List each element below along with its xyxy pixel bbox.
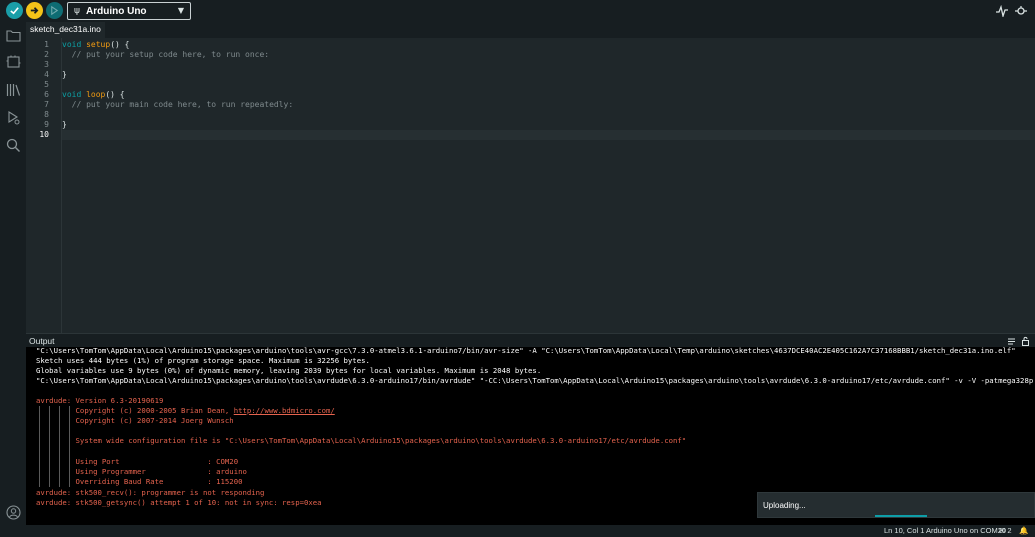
line-number: 4 (44, 70, 49, 79)
tab-bar: sketch_dec31a.ino (26, 22, 1035, 38)
board-selector[interactable]: ψ Arduino Uno ▼ (67, 2, 191, 20)
code-line: void setup() { (62, 40, 129, 50)
library-icon (6, 84, 20, 96)
code-line: // put your setup code here, to run once… (62, 50, 269, 60)
code-text: } (62, 70, 67, 79)
lock-scroll-button[interactable] (1020, 336, 1030, 346)
arrow-right-icon (30, 7, 39, 14)
code-comment: // put your setup code here, to run once… (62, 50, 270, 59)
code-text: } (62, 120, 67, 129)
code-comment: // put your main code here, to run repea… (62, 100, 294, 109)
verify-button[interactable] (6, 2, 23, 19)
sidebar (0, 22, 26, 537)
line-number: 8 (44, 110, 49, 119)
pulse-icon (996, 5, 1008, 17)
debug-icon (7, 111, 19, 125)
lock-icon (1021, 336, 1029, 346)
code-text: () { (105, 90, 125, 99)
notifications-count: 2 (1007, 526, 1012, 535)
folder-icon (5, 29, 21, 42)
line-number: 1 (44, 40, 49, 49)
bdmicro-link[interactable]: http://www.bdmicro.com/ (234, 406, 335, 415)
indent-guide (39, 406, 40, 487)
output-error-line: avrdude: stk500_getsync() attempt 1 of 1… (36, 498, 322, 507)
account-button[interactable] (5, 504, 21, 520)
search-icon (6, 138, 20, 152)
debug-icon (51, 5, 59, 16)
account-icon (5, 504, 21, 520)
board-selector-label: Arduino Uno (86, 5, 147, 17)
line-number: 9 (44, 120, 49, 129)
output-line: Sketch uses 444 bytes (1%) of program st… (36, 356, 370, 365)
clear-list-icon (1007, 338, 1015, 344)
notifications-bell-button[interactable]: 🔔 (1019, 526, 1028, 535)
output-error-line: Copyright (c) 2000-2005 Brian Dean, http… (36, 406, 335, 416)
toolbar: ψ Arduino Uno ▼ (0, 0, 1035, 22)
output-error-line: avrdude: Version 6.3-20190619 (36, 396, 164, 405)
code-line: void loop() { (62, 90, 125, 100)
search-button[interactable] (5, 137, 21, 153)
indent-guide (49, 406, 50, 487)
output-line: "C:\Users\TomTom\AppData\Local\Arduino15… (36, 347, 1016, 355)
upload-button[interactable] (26, 2, 43, 19)
caret-down-icon: ▼ (177, 6, 184, 15)
clear-output-button[interactable] (1006, 336, 1016, 346)
line-number-current: 10 (39, 130, 49, 139)
line-number: 7 (44, 100, 49, 109)
output-line: "C:\Users\TomTom\AppData\Local\Arduino15… (36, 376, 1034, 385)
line-number: 3 (44, 60, 49, 69)
check-icon (10, 7, 19, 15)
board-port-status[interactable]: Arduino Uno on COM20 (926, 526, 1006, 535)
code-line: } (62, 70, 67, 80)
output-error-text: Copyright (c) 2000-2005 Brian Dean, (36, 406, 234, 415)
output-error-line: avrdude: stk500_recv(): programmer is no… (36, 488, 265, 497)
indent-guide (69, 406, 70, 487)
output-error-line: Using Programmer : arduino (36, 467, 247, 476)
tab-label: sketch_dec31a.ino (30, 24, 101, 34)
upload-progress-bar (875, 515, 927, 517)
output-error-line: Overriding Baud Rate : 115200 (36, 477, 243, 486)
debug-button[interactable] (46, 2, 63, 19)
usb-icon: ψ (74, 6, 80, 16)
debug-view-button[interactable] (5, 110, 21, 126)
notifications-button[interactable]: ✉ 2 (999, 526, 1012, 535)
magnifier-icon (1015, 6, 1027, 15)
code-text: () { (110, 40, 130, 49)
keyword: void (62, 40, 82, 49)
serial-monitor-button[interactable] (1013, 3, 1029, 19)
sketchbook-button[interactable] (5, 27, 21, 43)
function-name: setup (86, 40, 111, 49)
code-editor[interactable]: 1 2 3 4 5 6 7 8 9 10 void setup() { // p… (26, 38, 1035, 333)
line-number: 6 (44, 90, 49, 99)
library-manager-button[interactable] (5, 82, 21, 98)
board-manager-icon (6, 55, 20, 68)
line-number: 5 (44, 80, 49, 89)
function-name: loop (86, 90, 106, 99)
output-panel-header: Output (26, 333, 1035, 348)
line-number-gutter: 1 2 3 4 5 6 7 8 9 10 (26, 38, 62, 333)
indent-guide (59, 406, 60, 487)
code-line: } (62, 120, 67, 130)
notification-message: Uploading... (763, 501, 806, 510)
cursor-position[interactable]: Ln 10, Col 1 (884, 526, 924, 535)
output-error-line: System wide configuration file is "C:\Us… (36, 436, 687, 445)
output-error-line: Copyright (c) 2007-2014 Joerg Wunsch (36, 416, 234, 425)
current-line-highlight (62, 130, 1035, 140)
notifications-icon: ✉ (999, 526, 1006, 535)
line-number: 2 (44, 50, 49, 59)
output-error-line: Using Port : COM20 (36, 457, 239, 466)
code-line: // put your main code here, to run repea… (62, 100, 294, 110)
bell-icon: 🔔 (1019, 526, 1029, 535)
keyword: void (62, 90, 82, 99)
output-line: Global variables use 9 bytes (0%) of dyn… (36, 366, 542, 375)
serial-plotter-button[interactable] (994, 3, 1010, 19)
upload-notification: Uploading... (757, 492, 1035, 518)
board-manager-button[interactable] (5, 54, 21, 70)
status-bar: Ln 10, Col 1 Arduino Uno on COM20 ✉ 2 🔔 (0, 525, 1035, 537)
tab-sketch[interactable]: sketch_dec31a.ino (26, 22, 105, 38)
